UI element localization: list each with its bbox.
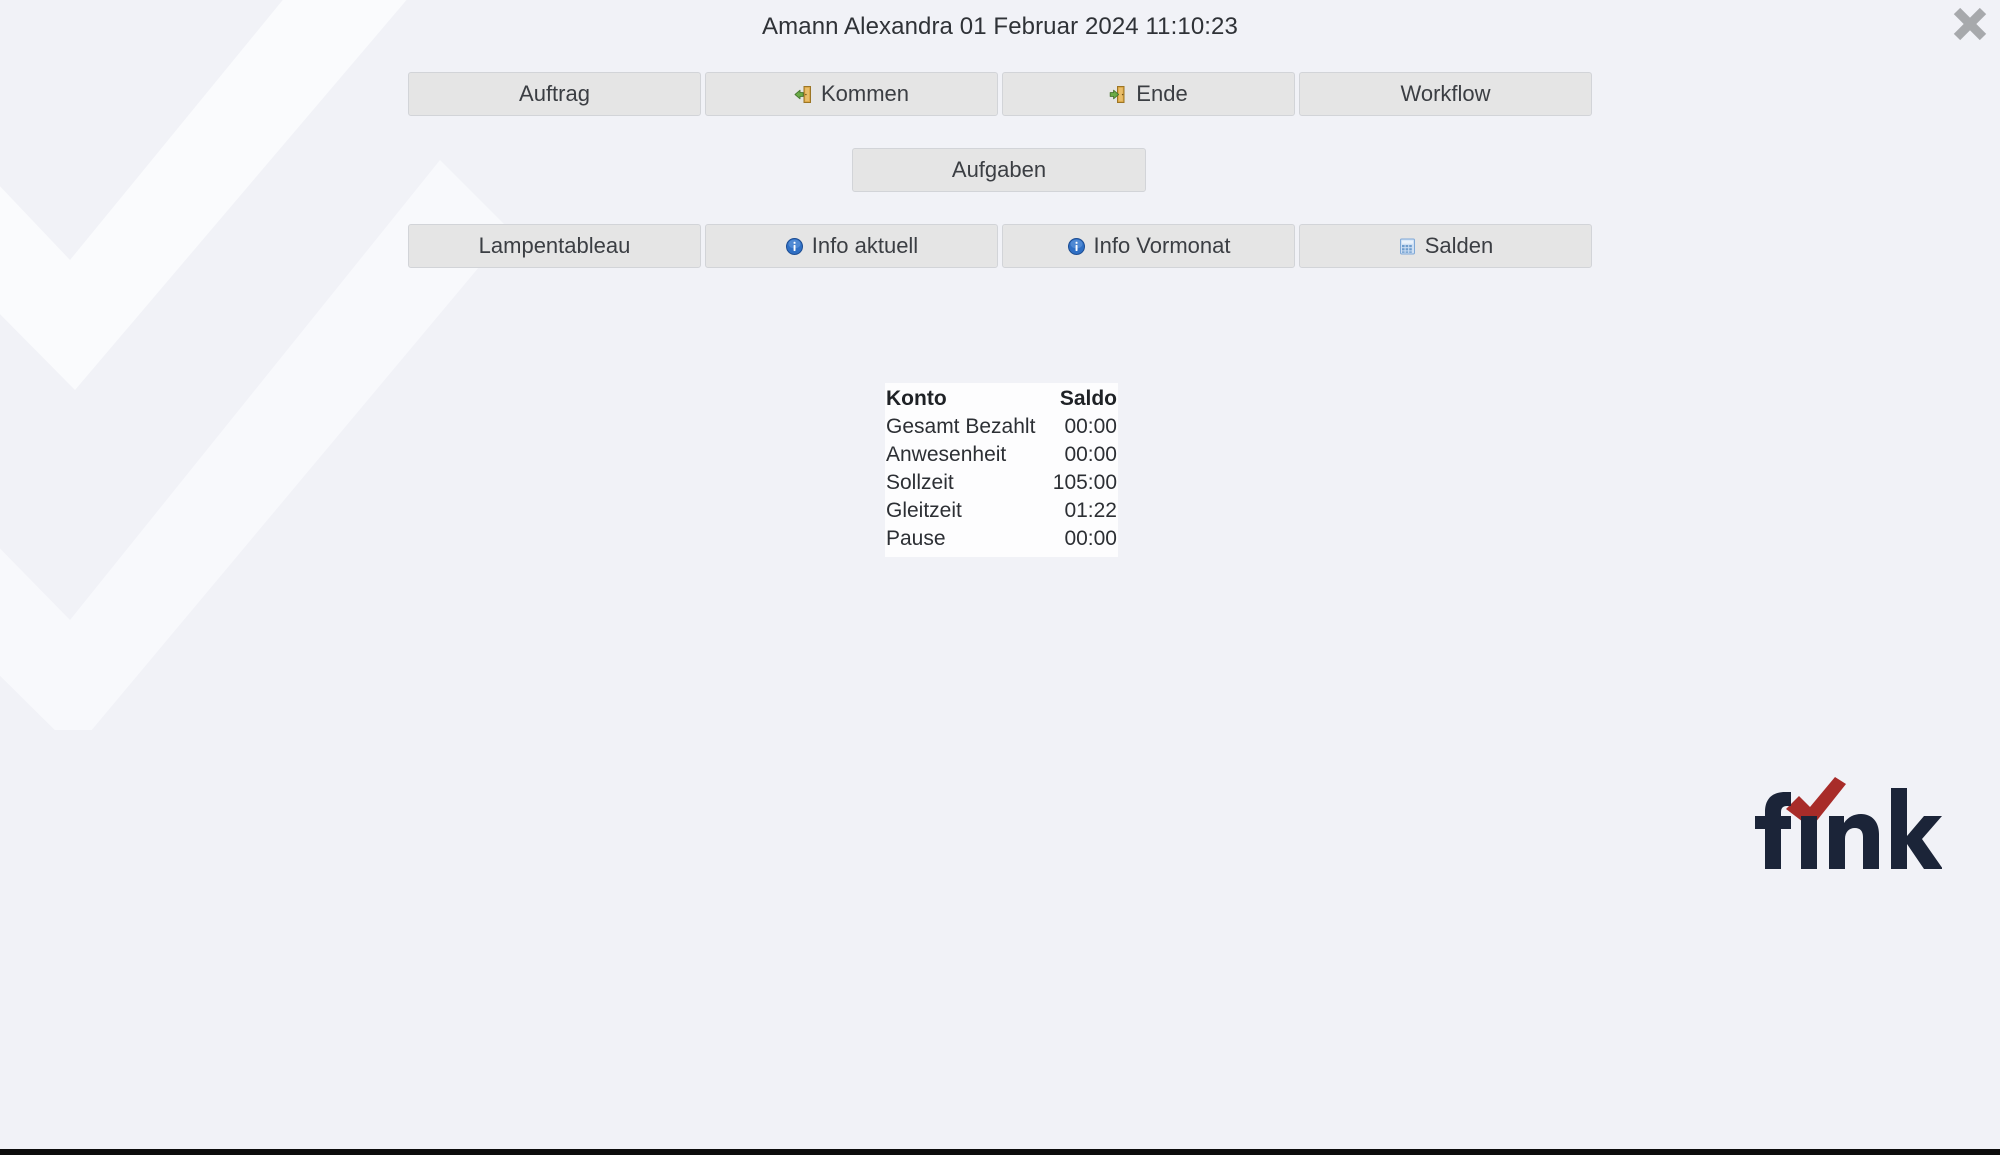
table-row: Gesamt Bezahlt 00:00 (885, 413, 1118, 441)
action-row-primary: Auftrag Kommen Ende Workflow (408, 72, 1592, 116)
ende-button[interactable]: Ende (1002, 72, 1295, 116)
lampentableau-button[interactable]: Lampentableau (408, 224, 701, 268)
info-aktuell-button-label: Info aktuell (811, 233, 919, 258)
kommen-button[interactable]: Kommen (705, 72, 998, 116)
action-row-secondary: Aufgaben (852, 148, 1146, 192)
info-vormonat-button[interactable]: Info Vormonat (1002, 224, 1295, 268)
column-header-saldo: Saldo (1059, 387, 1117, 410)
fink-logo (1742, 772, 1942, 877)
aufgaben-button[interactable]: Aufgaben (852, 148, 1146, 192)
table-header-row: Konto Saldo (885, 385, 1118, 413)
cell-konto: Pause (886, 527, 946, 550)
cell-konto: Gesamt Bezahlt (886, 415, 1036, 438)
saldo-table-body: Gesamt Bezahlt 00:00 Anwesenheit 00:00 S… (885, 413, 1118, 553)
auftrag-button[interactable]: Auftrag (408, 72, 701, 116)
workflow-button[interactable]: Workflow (1299, 72, 1592, 116)
info-circle-icon (785, 237, 804, 256)
table-row: Anwesenheit 00:00 (885, 441, 1118, 469)
salden-button[interactable]: Salden (1299, 224, 1592, 268)
door-enter-icon (794, 85, 813, 104)
ende-button-label: Ende (1136, 81, 1188, 106)
aufgaben-button-label: Aufgaben (951, 157, 1047, 182)
column-header-konto: Konto (886, 387, 947, 410)
table-row: Gleitzeit 01:22 (885, 497, 1118, 525)
info-circle-icon (1067, 237, 1086, 256)
page-surface: Amann Alexandra 01 Februar 2024 11:10:23… (0, 0, 2000, 1149)
cell-konto: Anwesenheit (886, 443, 1007, 466)
table-grid-icon (1398, 237, 1417, 256)
cell-konto: Gleitzeit (886, 499, 962, 522)
cell-saldo: 00:00 (1064, 527, 1117, 550)
cell-konto: Sollzeit (886, 471, 954, 494)
saldo-table: Konto Saldo Gesamt Bezahlt 00:00 Anwesen… (885, 383, 1118, 557)
door-exit-icon (1109, 85, 1128, 104)
close-button[interactable] (1948, 2, 1992, 46)
kommen-button-label: Kommen (820, 81, 910, 106)
action-row-info: Lampentableau Info aktuell Info Vormonat… (408, 224, 1592, 268)
salden-button-label: Salden (1424, 233, 1494, 258)
window-bottom-edge (0, 1149, 2000, 1155)
saldo-table-head: Konto Saldo (885, 385, 1118, 413)
workflow-button-label: Workflow (1400, 81, 1491, 106)
close-x-icon (1953, 7, 1987, 41)
info-vormonat-button-label: Info Vormonat (1093, 233, 1231, 258)
table-row: Pause 00:00 (885, 525, 1118, 553)
page-title: Amann Alexandra 01 Februar 2024 11:10:23 (762, 13, 1238, 40)
cell-saldo: 105:00 (1052, 471, 1117, 494)
auftrag-button-label: Auftrag (519, 81, 590, 106)
cell-saldo: 00:00 (1064, 415, 1117, 438)
lampentableau-button-label: Lampentableau (478, 233, 631, 258)
cell-saldo: 01:22 (1064, 499, 1117, 522)
app-root: Amann Alexandra 01 Februar 2024 11:10:23… (0, 0, 2000, 1155)
cell-saldo: 00:00 (1064, 443, 1117, 466)
saldo-table-grid: Konto Saldo Gesamt Bezahlt 00:00 Anwesen… (885, 385, 1118, 553)
info-aktuell-button[interactable]: Info aktuell (705, 224, 998, 268)
table-row: Sollzeit 105:00 (885, 469, 1118, 497)
